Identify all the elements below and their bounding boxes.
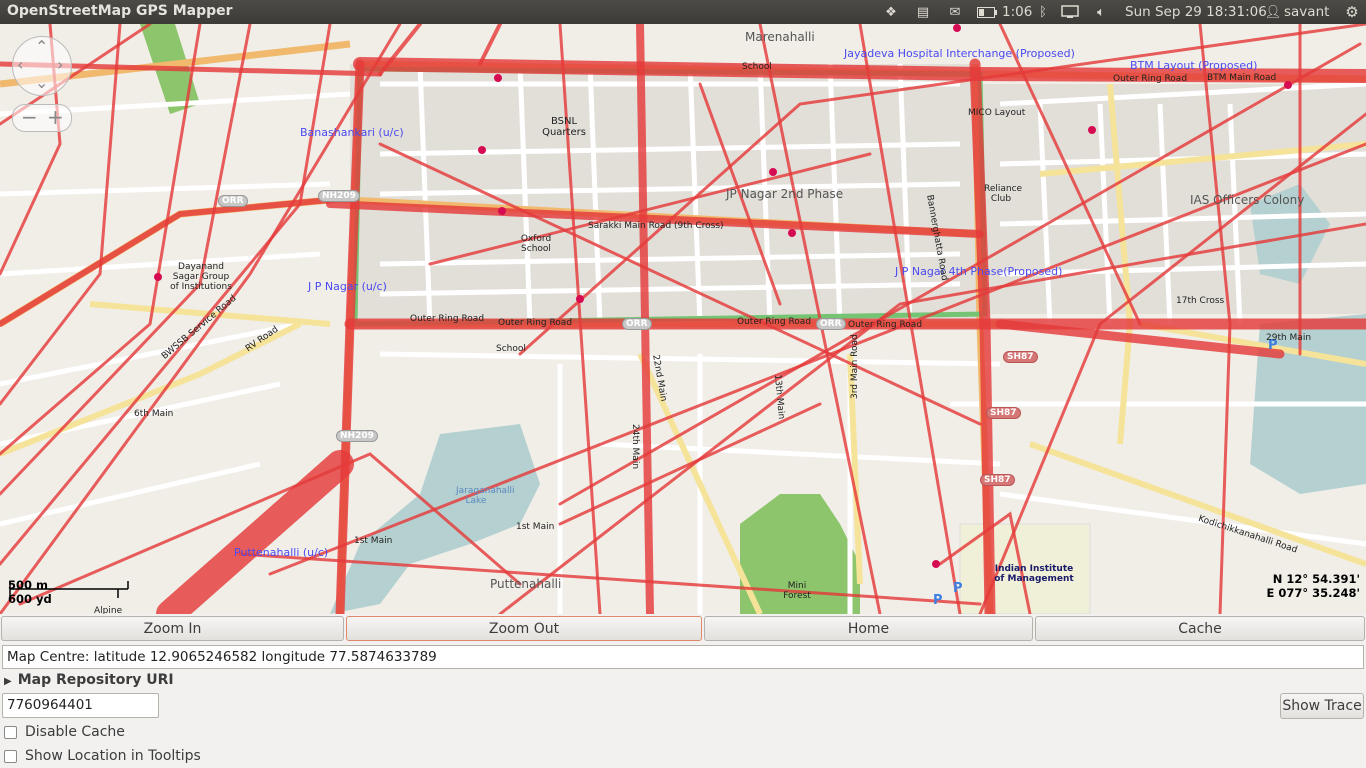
battery-time: 1:06: [1002, 4, 1033, 20]
map-label: Jayadeva Hospital Interchange (Proposed): [844, 47, 1075, 60]
home-button[interactable]: Home: [704, 616, 1033, 641]
cache-button[interactable]: Cache: [1035, 616, 1365, 641]
map-label: 1st Main: [354, 536, 393, 546]
dropbox-icon[interactable]: ❖: [882, 4, 900, 20]
zoom-plus-icon[interactable]: +: [47, 105, 64, 129]
network-icon[interactable]: [1060, 4, 1080, 20]
map-label: SH87: [1003, 351, 1038, 363]
user-icon: 👤︎: [1264, 4, 1282, 20]
map-label: Dayanand Sagar Group of Institutions: [170, 262, 232, 292]
map-label: IAS Officers Colony: [1190, 193, 1305, 207]
map-label: SH87: [986, 407, 1021, 419]
latitude-readout: N 12° 54.391': [1272, 572, 1360, 586]
map-label: Outer Ring Road: [498, 318, 573, 328]
map-label: J P Nagar 4th Phase(Proposed): [895, 265, 1063, 278]
volume-icon[interactable]: 🔈︎: [1092, 4, 1110, 20]
pan-down-icon[interactable]: ⌄: [35, 73, 48, 92]
map-label: Indian Institute of Management: [994, 564, 1074, 584]
longitude-readout: E 077° 35.248': [1266, 586, 1360, 600]
expander-label: Map Repository URI: [17, 672, 174, 688]
map-label: 29th Main: [1266, 333, 1312, 343]
map-label: Banashankari (u/c): [300, 126, 404, 139]
mail-icon[interactable]: ✉: [946, 4, 964, 20]
zoom-minus-icon[interactable]: −: [21, 105, 38, 129]
user-name[interactable]: savant: [1284, 4, 1329, 20]
disable-cache-checkbox[interactable]: Disable Cache: [4, 724, 125, 740]
show-trace-button[interactable]: Show Trace: [1280, 693, 1364, 719]
map-label: ORR: [816, 318, 846, 330]
map-label: Jaraganahalli Lake: [456, 486, 515, 506]
clock[interactable]: Sun Sep 29 18:31:06: [1125, 4, 1267, 20]
map-repository-expander[interactable]: ▶ Map Repository URI: [4, 672, 174, 688]
bluetooth-icon[interactable]: ᛒ: [1036, 4, 1050, 20]
map-label: 24th Main: [630, 424, 640, 470]
checkbox-label: Show Location in Tooltips: [25, 748, 201, 764]
keyboard-icon[interactable]: ▤: [914, 4, 932, 20]
map-label: SH87: [980, 474, 1015, 486]
show-location-checkbox[interactable]: Show Location in Tooltips: [4, 748, 201, 764]
map-label: Outer Ring Road: [737, 317, 812, 327]
gear-icon[interactable]: ⚙: [1344, 3, 1360, 21]
map-label: MICO Layout: [968, 108, 1026, 118]
map-label: Outer Ring Road: [410, 314, 485, 324]
map-label: Reliance Club: [984, 184, 1023, 204]
zoom-control[interactable]: − +: [12, 104, 72, 132]
map-label: Sarakki Main Road (9th Cross): [588, 221, 724, 231]
svg-text:P: P: [933, 593, 943, 608]
map-label: BTM Main Road: [1207, 73, 1277, 83]
zoom-in-button[interactable]: Zoom In: [1, 616, 344, 641]
map-label: NH209: [318, 190, 360, 202]
repository-uri-input[interactable]: 7760964401: [2, 693, 159, 718]
map-label: School: [742, 62, 772, 72]
top-panel: OpenStreetMap GPS Mapper ❖ ▤ ✉ 1:06 ᛒ 🔈︎…: [0, 0, 1366, 24]
map-centre-status: Map Centre: latitude 12.9065246582 longi…: [2, 645, 1364, 669]
map-label: Puttenahalli (u/c): [234, 546, 329, 559]
map-label: ORR: [622, 318, 652, 330]
pan-left-icon[interactable]: ‹: [17, 55, 23, 74]
pan-up-icon[interactable]: ⌃: [35, 37, 48, 56]
map-label: Outer Ring Road: [1113, 74, 1188, 84]
map-label: 17th Cross: [1176, 296, 1225, 306]
pan-control[interactable]: ⌃ ⌄ ‹ ›: [12, 36, 72, 96]
checkbox-box[interactable]: [4, 749, 17, 763]
map-label: 6th Main: [134, 409, 174, 419]
map-label: Alpine: [94, 606, 123, 614]
map-label: BTM Layout (Proposed): [1130, 59, 1258, 72]
map-view[interactable]: PPP Marenahalli Jayadeva Hospital Interc…: [0, 24, 1366, 614]
map-label: Marenahalli: [745, 30, 815, 44]
pan-right-icon[interactable]: ›: [57, 55, 63, 74]
svg-text:P: P: [953, 581, 963, 596]
scale-bar: 500 m 600 yd: [8, 578, 129, 606]
expander-arrow-icon[interactable]: ▶: [4, 676, 12, 687]
map-label: 1st Main: [516, 522, 555, 532]
map-label: Mini Forest: [783, 581, 811, 601]
checkbox-box[interactable]: [4, 725, 17, 739]
battery-icon[interactable]: [976, 4, 998, 20]
window-title: OpenStreetMap GPS Mapper: [7, 3, 233, 19]
scale-ruler: [9, 581, 129, 598]
map-label: J P Nagar (u/c): [308, 280, 387, 293]
map-label: ORR: [218, 195, 248, 207]
map-label: Outer Ring Road: [848, 320, 923, 330]
map-label: BSNL Quarters: [542, 116, 586, 138]
map-label: 3rd Main Road: [850, 334, 860, 399]
map-label: NH209: [336, 430, 378, 442]
checkbox-label: Disable Cache: [25, 724, 125, 740]
map-label: Oxford School: [520, 234, 552, 254]
map-label: School: [496, 344, 526, 354]
zoom-out-button[interactable]: Zoom Out: [346, 616, 702, 641]
map-label: JP Nagar 2nd Phase: [726, 187, 844, 201]
coordinate-readout: N 12° 54.391' E 077° 35.248': [1266, 572, 1360, 600]
map-label: Puttenahalli: [490, 577, 562, 591]
